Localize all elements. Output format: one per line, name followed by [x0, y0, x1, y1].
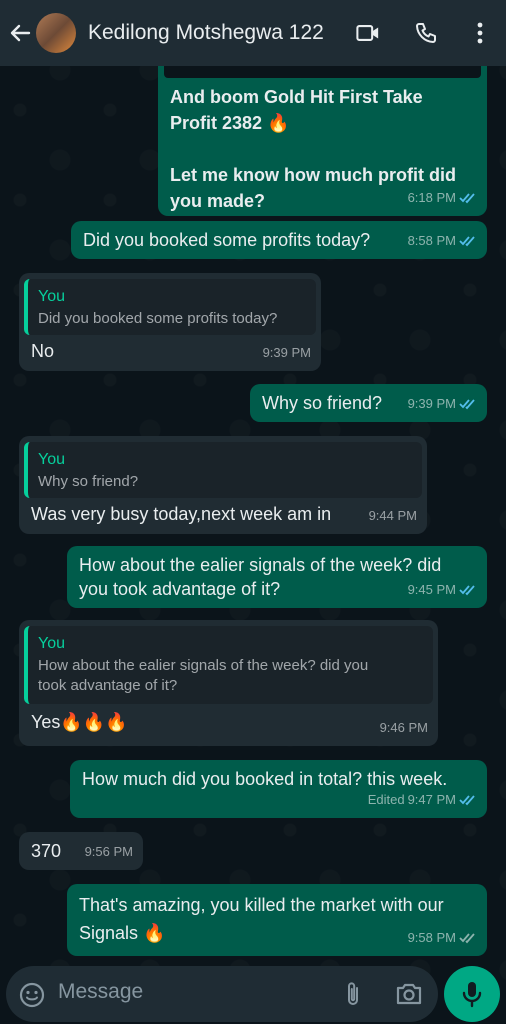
message-time: 9:56 PM	[84, 844, 133, 859]
chat-header: Kedilong Motshegwa 122	[0, 0, 506, 66]
message-bubble-outgoing[interactable]: Why so friend? 9:39 PM	[250, 384, 487, 422]
delivered-receipt-icon	[459, 933, 475, 944]
message-text: Why so friend?	[262, 393, 383, 413]
quote-author: You	[38, 635, 65, 652]
message-time: 9:46 PM	[379, 720, 428, 735]
quoted-message[interactable]: You How about the ealier signals of the …	[24, 626, 433, 704]
message-bubble-outgoing[interactable]: That's amazing, you killed the market wi…	[67, 884, 487, 956]
message-text-line: you took advantage of it?	[79, 579, 281, 599]
message-bubble-incoming[interactable]: You Did you booked some profits today? N…	[19, 273, 321, 371]
read-receipt-icon	[459, 585, 475, 596]
quote-text: Why so friend?	[38, 473, 139, 490]
message-time: 8:58 PM	[407, 233, 456, 248]
message-bubble-outgoing[interactable]: And boom Gold Hit First Take Profit 2382…	[158, 54, 487, 216]
avatar[interactable]	[36, 13, 76, 53]
message-time: 9:58 PM	[407, 930, 456, 945]
read-receipt-icon	[459, 193, 475, 204]
message-text-line: Profit 2382 🔥	[170, 113, 290, 133]
message-input[interactable]: Message	[58, 980, 143, 1004]
video-call-icon[interactable]	[356, 21, 380, 45]
quoted-message[interactable]: You Did you booked some profits today?	[24, 279, 316, 335]
read-receipt-icon	[459, 795, 475, 806]
contact-name[interactable]: Kedilong Motshegwa 122	[88, 21, 356, 45]
message-bubble-incoming[interactable]: You How about the ealier signals of the …	[19, 620, 438, 746]
message-text-line: That's amazing, you killed the market wi…	[79, 895, 444, 915]
message-composer: Message	[6, 966, 438, 1022]
message-text-line: And boom Gold Hit First Take	[170, 87, 423, 107]
quote-author: You	[38, 288, 65, 305]
message-time: 9:47 PM	[407, 792, 456, 807]
mic-button[interactable]	[444, 966, 500, 1022]
quote-text-line: How about the ealier signals of the week…	[38, 657, 369, 674]
edited-label: Edited	[367, 792, 405, 807]
read-receipt-icon	[459, 399, 475, 410]
attach-icon[interactable]	[341, 980, 365, 1008]
quote-author: You	[38, 451, 65, 468]
message-bubble-incoming[interactable]: 370 9:56 PM	[19, 832, 143, 870]
back-arrow-icon[interactable]	[8, 21, 32, 45]
message-bubble-outgoing[interactable]: Did you booked some profits today? 8:58 …	[71, 221, 487, 259]
message-text: No	[31, 341, 55, 361]
message-text-line: Let me know how much profit did	[170, 165, 456, 185]
message-text-line: Signals 🔥	[79, 923, 166, 943]
mic-icon	[462, 982, 482, 1008]
message-time: 9:39 PM	[407, 396, 456, 411]
quote-text: Did you booked some profits today?	[38, 310, 278, 327]
more-options-icon[interactable]	[468, 21, 492, 45]
message-time: 6:18 PM	[407, 190, 456, 205]
message-text: Yes🔥🔥🔥	[31, 712, 128, 732]
message-time: 9:39 PM	[262, 345, 311, 360]
message-time: 9:45 PM	[407, 582, 456, 597]
message-text: Was very busy today,next week am in	[31, 504, 332, 524]
message-text-line: How about the ealier signals of the week…	[79, 555, 442, 575]
quote-text-line: took advantage of it?	[38, 677, 178, 694]
quoted-message[interactable]: You Why so friend?	[24, 442, 422, 498]
message-bubble-outgoing[interactable]: How much did you booked in total? this w…	[70, 760, 487, 818]
camera-icon[interactable]	[395, 981, 423, 1007]
message-text: 370	[31, 841, 62, 861]
emoji-icon[interactable]	[19, 982, 45, 1008]
message-bubble-incoming[interactable]: You Why so friend? Was very busy today,n…	[19, 436, 427, 534]
read-receipt-icon	[459, 236, 475, 247]
message-text: Did you booked some profits today?	[83, 230, 371, 250]
message-bubble-outgoing[interactable]: How about the ealier signals of the week…	[67, 546, 487, 608]
message-time: 9:44 PM	[368, 508, 417, 523]
phone-call-icon[interactable]	[414, 21, 438, 45]
